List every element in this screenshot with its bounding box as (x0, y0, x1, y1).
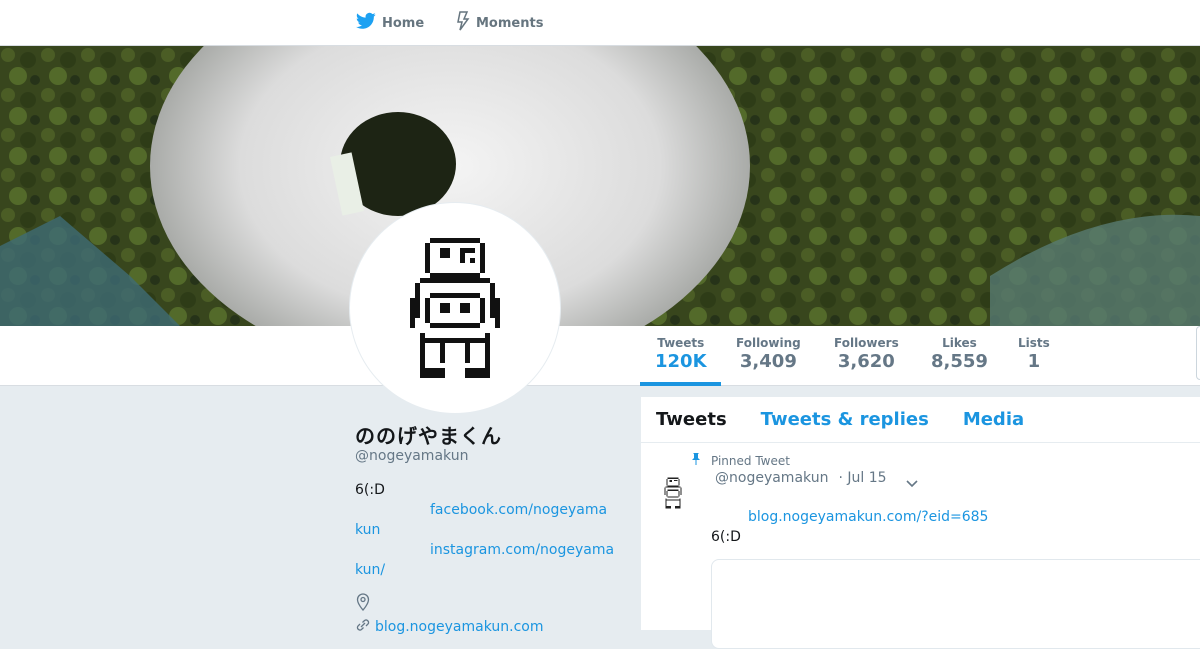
pinned-tweet-context: Pinned Tweet (689, 452, 790, 469)
profile-website[interactable]: blog.nogeyamakun.com (355, 618, 625, 636)
profile-stats-bar: Tweets 120K Following 3,409 Followers 3,… (0, 326, 1200, 386)
link-icon (355, 618, 371, 636)
follow-button[interactable] (1196, 326, 1200, 380)
bio-facebook-link-cont[interactable]: kun (355, 522, 380, 538)
nav-home-label: Home (382, 15, 425, 31)
tweet-author-avatar[interactable] (661, 477, 691, 513)
stat-likes-label: Likes (942, 336, 977, 350)
pixel-robot-avatar-icon (664, 477, 682, 509)
top-navigation-bar: Home Moments (0, 0, 1200, 46)
tweet-timestamp[interactable]: · Jul 15 (838, 470, 886, 486)
stat-following-value: 3,409 (739, 351, 797, 372)
profile-website-link[interactable]: blog.nogeyamakun.com (375, 619, 543, 635)
lightning-icon (456, 11, 470, 35)
profile-header-card: ののげやまくん @nogeyamakun 6(:D facebook.com/n… (355, 420, 625, 636)
twitter-bird-icon (356, 12, 376, 34)
chevron-down-icon[interactable] (905, 474, 919, 493)
profile-timeline: Tweets Tweets & replies Media Pinned Twe… (641, 397, 1200, 649)
pixel-robot-avatar-icon (410, 238, 500, 378)
profile-avatar[interactable] (349, 202, 561, 414)
stat-tweets-value: 120K (655, 351, 707, 372)
profile-handle[interactable]: @nogeyamakun (355, 448, 625, 464)
stat-followers[interactable]: Followers 3,620 (834, 336, 899, 372)
profile-bio: 6(:D facebook.com/nogeyama kun instagram… (355, 480, 625, 580)
stat-lists-label: Lists (1018, 336, 1050, 350)
pin-icon (689, 452, 703, 469)
stat-likes-value: 8,559 (931, 351, 988, 372)
stat-following[interactable]: Following 3,409 (736, 336, 801, 372)
stat-lists-value: 1 (1027, 351, 1041, 372)
tweet-header: @nogeyamakun · Jul 15 (715, 470, 887, 486)
tab-tweets[interactable]: Tweets (656, 409, 727, 430)
stat-following-label: Following (736, 336, 801, 350)
nav-home[interactable]: Home (356, 0, 424, 46)
profile-name[interactable]: ののげやまくん (355, 420, 625, 450)
active-stat-indicator (640, 382, 721, 386)
bio-line: 6(:D (355, 482, 385, 498)
stat-followers-label: Followers (834, 336, 899, 350)
location-pin-icon (355, 593, 371, 615)
bio-instagram-link[interactable]: instagram.com/nogeyama (430, 542, 614, 558)
bio-instagram-link-cont[interactable]: kun/ (355, 562, 385, 578)
tab-tweets-and-replies[interactable]: Tweets & replies (761, 409, 929, 430)
tab-media[interactable]: Media (963, 409, 1024, 430)
pinned-tweet-label: Pinned Tweet (711, 453, 790, 468)
stat-likes[interactable]: Likes 8,559 (931, 336, 988, 372)
tweet-author-handle[interactable]: @nogeyamakun (715, 470, 828, 486)
stat-tweets-label: Tweets (657, 336, 705, 350)
tweet-link[interactable]: blog.nogeyamakun.com/?eid=685 (748, 509, 988, 525)
nav-moments-label: Moments (476, 15, 544, 31)
tweet-link-card[interactable] (711, 559, 1200, 649)
profile-location (355, 593, 625, 615)
nav-moments[interactable]: Moments (456, 0, 543, 46)
tweet-text: 6(:D (711, 529, 741, 545)
stat-tweets[interactable]: Tweets 120K (655, 336, 707, 372)
stat-lists[interactable]: Lists 1 (1018, 336, 1050, 372)
profile-banner-image (0, 46, 1200, 326)
bio-facebook-link[interactable]: facebook.com/nogeyama (430, 502, 607, 518)
stat-followers-value: 3,620 (837, 351, 895, 372)
timeline-tabs: Tweets Tweets & replies Media (641, 397, 1200, 443)
